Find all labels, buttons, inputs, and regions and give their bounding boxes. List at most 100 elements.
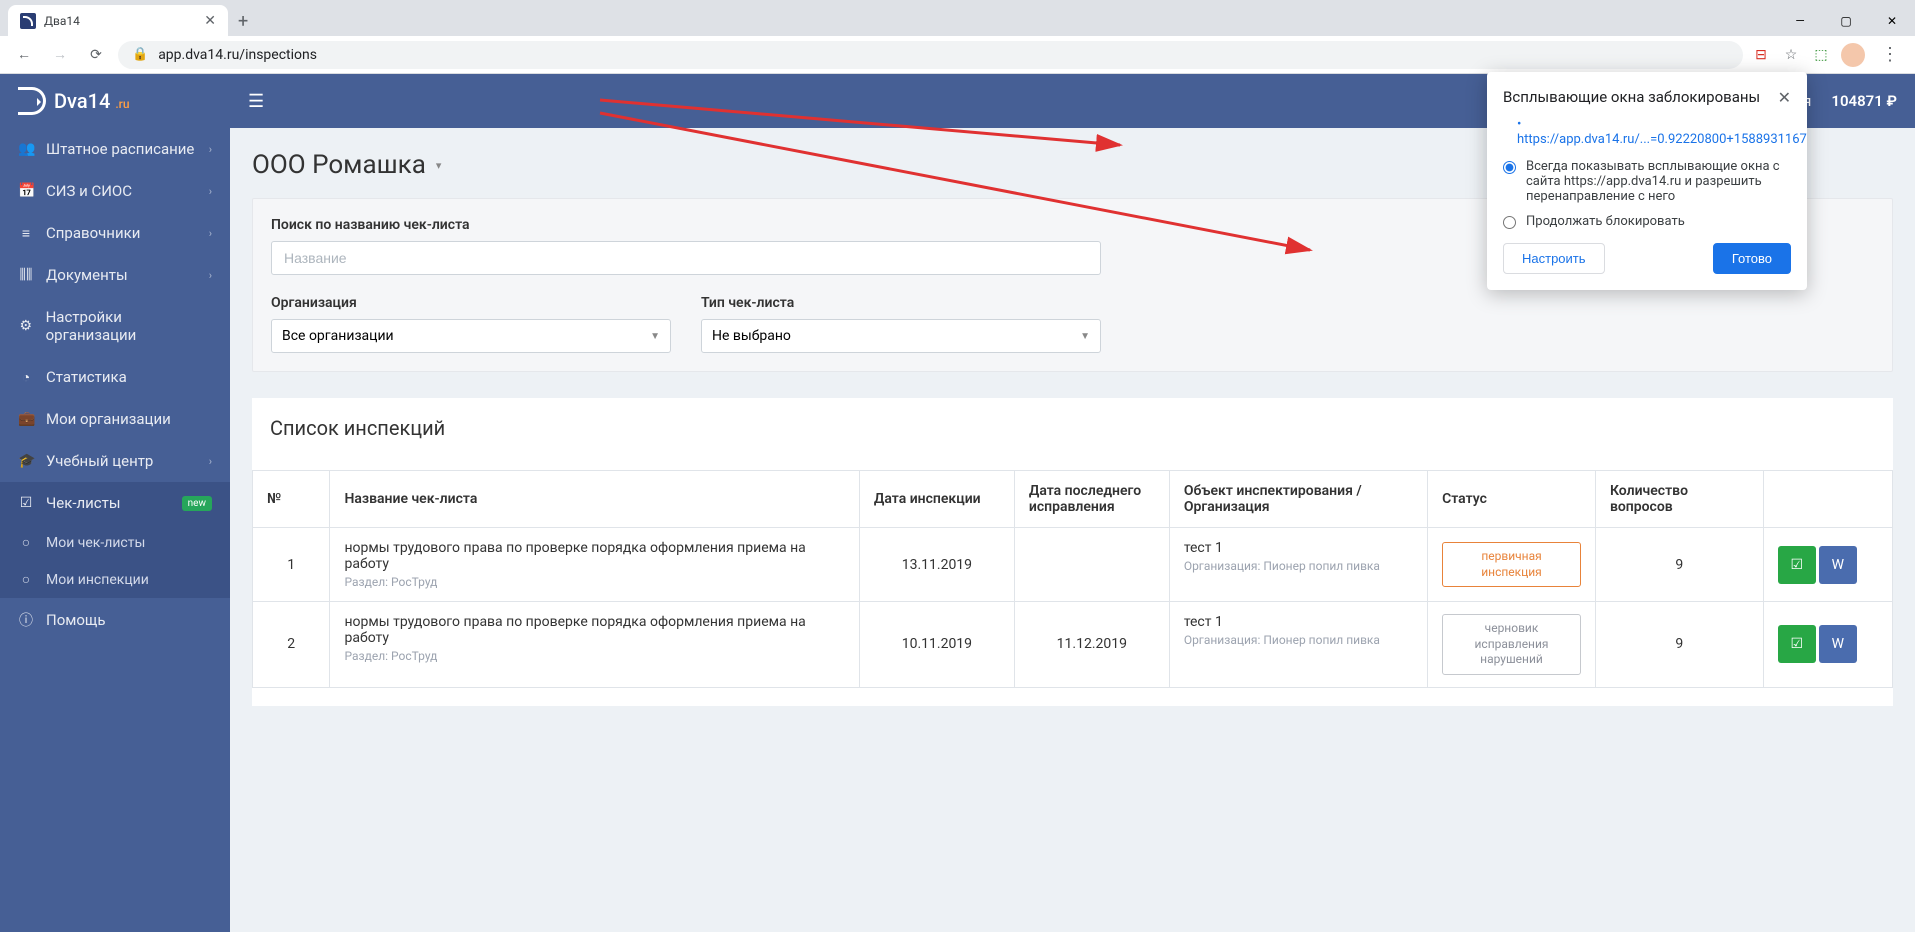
extension-icon[interactable]: ⬚ [1811, 45, 1831, 65]
sidebar-item-4[interactable]: ⚙ Настройки организации [0, 296, 230, 356]
browser-chrome: Два14 ✕ + — ▢ ✕ ← → ⟳ 🔒 app.dva14.ru/ins… [0, 0, 1915, 74]
popup-option-allow[interactable]: Всегда показывать всплывающие окна с сай… [1503, 159, 1791, 204]
chevron-right-icon: › [209, 455, 212, 468]
cell-org: Организация: Пионер попил пивка [1184, 559, 1413, 573]
sidebar-item-5[interactable]: ◔ Статистика [0, 356, 230, 398]
sidebar-item-0[interactable]: 👥 Штатное расписание › [0, 128, 230, 170]
check-icon: ☑ [18, 495, 34, 511]
logo[interactable]: Dva14 .ru [0, 74, 230, 128]
barcode-icon: ⫼⫼ [18, 267, 34, 283]
org-select[interactable]: Все организации ▼ [271, 319, 671, 353]
cell-status: первичная инспекция [1428, 528, 1596, 602]
sidebar-item-label: Помощь [46, 611, 106, 629]
col-qty: Количество вопросов [1595, 471, 1763, 528]
sidebar-subitem-1[interactable]: ○Мои инспекции [0, 561, 230, 598]
users-icon: 👥 [18, 141, 34, 157]
chevron-right-icon: › [209, 185, 212, 198]
sidebar-item-label: Статистика [46, 368, 127, 386]
sidebar-item-2[interactable]: ≡ Справочники › [0, 212, 230, 254]
info-icon: ⓘ [18, 610, 34, 630]
menu-icon[interactable]: ⋮ [1875, 44, 1905, 65]
logo-icon [18, 87, 46, 115]
circle-icon: ○ [18, 571, 34, 588]
favicon [20, 13, 36, 29]
reload-button[interactable]: ⟳ [82, 41, 110, 69]
cell-object: тест 1Организация: Пионер попил пивка [1169, 528, 1427, 602]
col-actions [1763, 471, 1892, 528]
done-button[interactable]: Готово [1713, 243, 1791, 274]
popup-blocked-dialog: Всплывающие окна заблокированы ✕ • https… [1487, 72, 1807, 290]
cell-num: 2 [253, 602, 330, 688]
forward-button[interactable]: → [46, 41, 74, 69]
cell-name: нормы трудового права по проверке порядк… [330, 528, 859, 602]
chevron-right-icon: › [209, 269, 212, 282]
sidebar-item-6[interactable]: 💼 Мои организации [0, 398, 230, 440]
browser-tab[interactable]: Два14 ✕ [8, 5, 228, 37]
search-input[interactable] [271, 241, 1101, 275]
cell-section: Раздел: РосТруд [344, 649, 844, 663]
edit-button[interactable]: ☑ [1778, 546, 1816, 584]
popup-option-block[interactable]: Продолжать блокировать [1503, 214, 1791, 229]
briefcase-icon: 💼 [18, 411, 34, 427]
tab-title: Два14 [44, 14, 196, 28]
tab-bar: Два14 ✕ + — ▢ ✕ [0, 0, 1915, 36]
new-tab-button[interactable]: + [228, 11, 258, 32]
sidebar-item-label: СИЗ и СИОС [46, 182, 132, 200]
type-select[interactable]: Не выбрано ▼ [701, 319, 1101, 353]
close-window-button[interactable]: ✕ [1869, 5, 1915, 37]
hamburger-icon[interactable]: ☰ [248, 91, 264, 112]
col-object: Объект инспектирования / Организация [1169, 471, 1427, 528]
export-word-button[interactable]: W [1819, 625, 1857, 663]
back-button[interactable]: ← [10, 41, 38, 69]
table-header-row: № Название чек-листа Дата инспекции Дата… [253, 471, 1893, 528]
list-title: Список инспекций [252, 416, 1893, 440]
cell-section: Раздел: РосТруд [344, 575, 844, 589]
logo-text: Dva14 .ru [54, 89, 130, 113]
tab-close-icon[interactable]: ✕ [204, 13, 216, 29]
col-num: № [253, 471, 330, 528]
radio-block[interactable] [1503, 216, 1516, 229]
sidebar-item-label: Мои чек-листы [46, 535, 145, 551]
sidebar-item-help[interactable]: ⓘ Помощь [0, 598, 230, 642]
chevron-down-icon: ▾ [436, 159, 442, 172]
status-badge: черновик исправления нарушений [1442, 614, 1581, 675]
col-fix-date: Дата последнего исправления [1014, 471, 1169, 528]
cell-object: тест 1Организация: Пионер попил пивка [1169, 602, 1427, 688]
topbar-right: ия 104871 ₽ [1795, 92, 1897, 110]
calendar-icon: 📅 [18, 183, 34, 199]
inspections-table: № Название чек-листа Дата инспекции Дата… [252, 470, 1893, 688]
extension-icons: ⊟ ☆ ⬚ ⋮ [1751, 43, 1905, 67]
url-field[interactable]: 🔒 app.dva14.ru/inspections [118, 41, 1743, 69]
sidebar-item-3[interactable]: ⫼⫼ Документы › [0, 254, 230, 296]
cell-org: Организация: Пионер попил пивка [1184, 633, 1413, 647]
export-word-button[interactable]: W [1819, 546, 1857, 584]
chevron-right-icon: › [209, 227, 212, 240]
maximize-button[interactable]: ▢ [1823, 5, 1869, 37]
new-badge: new [182, 496, 212, 511]
edit-button[interactable]: ☑ [1778, 625, 1816, 663]
sidebar-item-1[interactable]: 📅 СИЗ и СИОС › [0, 170, 230, 212]
bookmark-icon[interactable]: ☆ [1781, 45, 1801, 65]
grad-icon: 🎓 [18, 453, 34, 469]
sidebar-item-7[interactable]: 🎓 Учебный центр › [0, 440, 230, 482]
type-filter-label: Тип чек-листа [701, 295, 1101, 311]
close-icon[interactable]: ✕ [1778, 88, 1791, 107]
sidebar-item-label: Настройки организации [46, 308, 212, 344]
table-row: 2 нормы трудового права по проверке поря… [253, 602, 1893, 688]
sidebar-subitem-0[interactable]: ○ Мои чек-листы [0, 524, 230, 561]
cell-actions: ☑W [1763, 528, 1892, 602]
cell-num: 1 [253, 528, 330, 602]
cell-actions: ☑W [1763, 602, 1892, 688]
sidebar-item-8[interactable]: ☑ Чек-листы new [0, 482, 230, 524]
minimize-button[interactable]: — [1777, 5, 1823, 37]
popup-blocked-icon[interactable]: ⊟ [1751, 45, 1771, 65]
sidebar-item-label: Справочники [46, 224, 140, 242]
settings-button[interactable]: Настроить [1503, 243, 1605, 274]
profile-avatar[interactable] [1841, 43, 1865, 67]
page-title: ООО Ромашка [252, 150, 426, 180]
circle-icon: ○ [18, 534, 34, 551]
radio-allow[interactable] [1503, 161, 1516, 174]
status-badge: первичная инспекция [1442, 542, 1581, 587]
sidebar-item-label: Учебный центр [46, 452, 153, 470]
popup-blocked-link[interactable]: • https://app.dva14.ru/...=0.92220800+15… [1517, 117, 1791, 147]
